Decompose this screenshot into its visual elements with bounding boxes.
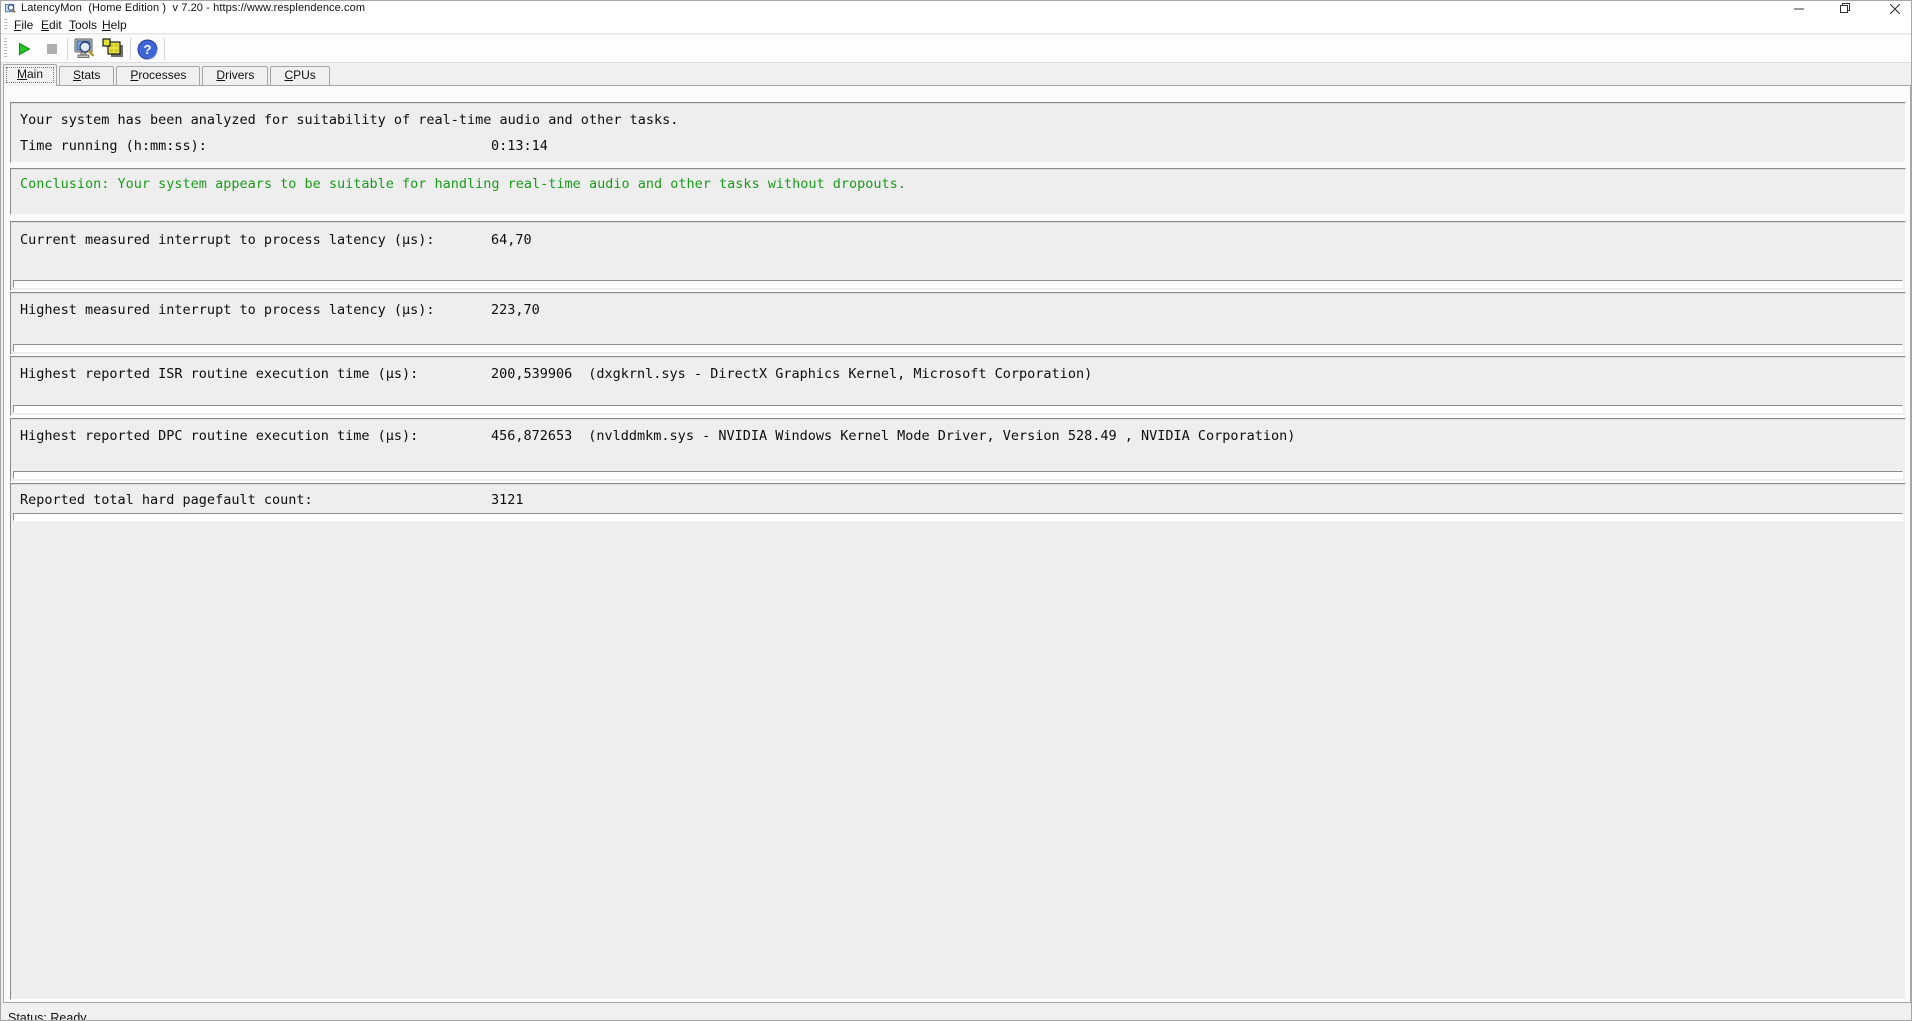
metric-highest-isr-time: Highest reported ISR routine execution t… [10,356,1906,416]
help-icon: ? [137,39,158,60]
menu-item-tools[interactable]: Tools [67,17,99,33]
toolbar-separator [67,38,68,60]
status-text: Status: Ready [8,1011,87,1021]
metric-value: 64,70 [491,232,532,248]
play-icon [16,41,32,57]
menu-item-file[interactable]: File [12,17,35,33]
metric-hard-pagefault-count: Reported total hard pagefault count: 312… [10,483,1906,1000]
progress-bar [13,280,1903,288]
toolbar-gripper[interactable] [4,38,7,59]
maximize-button[interactable] [1830,1,1860,16]
metric-value-line: 456,872653 (nvlddmkm.sys - NVIDIA Windows… [491,428,1295,444]
conclusion-panel: Conclusion: Your system appears to be su… [10,168,1906,215]
restore-icon [1840,3,1851,14]
options-button[interactable] [71,37,97,61]
minimize-icon [1794,4,1804,14]
menu-item-help[interactable]: Help [100,17,129,33]
metric-label: Reported total hard pagefault count: [20,492,313,508]
minimize-button[interactable] [1784,1,1814,16]
metric-value: 200,539906 [491,366,572,382]
stop-icon [45,42,59,56]
metric-value: 456,872653 [491,428,572,444]
main-tab-page: Your system has been analyzed for suitab… [3,85,1911,1003]
status-bar: Status: Ready [1,1005,1911,1021]
start-monitor-button[interactable] [11,37,37,61]
close-icon [1890,4,1900,14]
metric-value: 3121 [491,492,524,508]
analysis-info-panel: Your system has been analyzed for suitab… [10,102,1906,163]
metric-label: Highest reported DPC routine execution t… [20,428,418,444]
menu-bar: File Edit Tools Help [1,16,1911,34]
app-icon [5,3,16,14]
metric-label: Current measured interrupt to process la… [20,232,435,248]
conclusion-text: Conclusion: Your system appears to be su… [20,176,906,192]
tab-strip: Main Stats Processes Drivers CPUs [1,63,1911,85]
metric-driver-detail: (nvlddmkm.sys - NVIDIA Windows Kernel Mo… [588,428,1295,444]
toolbar-separator [164,38,165,60]
metric-highest-interrupt-latency: Highest measured interrupt to process la… [10,292,1906,355]
menubar-gripper[interactable] [4,19,7,30]
report-button[interactable] [100,37,126,61]
metric-label: Highest reported ISR routine execution t… [20,366,418,382]
stop-monitor-button[interactable] [39,37,65,61]
tab-drivers[interactable]: Drivers [202,66,268,85]
progress-bar [13,405,1903,413]
metric-value-line: 200,539906 (dxgkrnl.sys - DirectX Graphic… [491,366,1092,382]
tab-processes[interactable]: Processes [116,66,200,85]
toolbar: ? [1,35,1911,63]
window-title: LatencyMon (Home Edition ) v 7.20 - http… [21,2,365,14]
tab-main[interactable]: Main [3,64,57,86]
menu-item-edit[interactable]: Edit [39,17,64,33]
svg-text:?: ? [143,42,151,57]
metric-driver-detail: (dxgkrnl.sys - DirectX Graphics Kernel, … [588,366,1092,382]
tab-stats[interactable]: Stats [59,66,114,85]
metric-label: Highest measured interrupt to process la… [20,302,435,318]
metric-current-interrupt-latency: Current measured interrupt to process la… [10,221,1906,291]
monitor-magnifier-icon [72,37,96,61]
progress-bar [13,513,1903,521]
metric-value: 223,70 [491,302,540,318]
progress-bar [13,344,1903,352]
progress-bar [13,471,1903,479]
time-running-label: Time running (h:mm:ss): [20,138,207,154]
time-running-value: 0:13:14 [491,138,548,154]
stacked-windows-icon [101,37,125,61]
title-bar: LatencyMon (Home Edition ) v 7.20 - http… [1,1,1911,16]
latencymon-window: LatencyMon (Home Edition ) v 7.20 - http… [0,0,1912,1021]
help-button[interactable]: ? [134,37,160,61]
metric-highest-dpc-time: Highest reported DPC routine execution t… [10,418,1906,482]
toolbar-separator [130,38,131,60]
analysis-summary-text: Your system has been analyzed for suitab… [20,112,678,128]
close-button[interactable] [1880,1,1910,16]
tab-cpus[interactable]: CPUs [270,66,329,85]
